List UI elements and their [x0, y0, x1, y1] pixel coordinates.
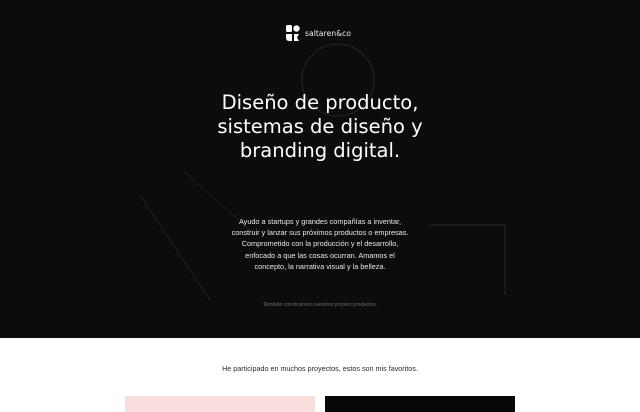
project-card[interactable]	[325, 396, 515, 412]
intro-line: enfocado a que las cosas ocurran. Amamos…	[245, 250, 395, 260]
intro-line: concepto, la narrativa visual y la belle…	[254, 261, 386, 271]
intro-line: Ayudo a startups y grandes compañías a i…	[238, 217, 402, 226]
headline-line: Diseño de producto,	[221, 91, 419, 114]
brand-mark-icon	[286, 25, 300, 41]
hero-section: saltaren&co Diseño de producto, sistemas…	[0, 0, 640, 338]
intro-line: Comprometido con la producción y el desa…	[241, 239, 399, 249]
project-card[interactable]	[125, 396, 315, 412]
deco-diagonal-line	[139, 194, 211, 301]
headline-line: sistemas de diseño y	[217, 115, 423, 138]
deco-square-outline	[430, 224, 506, 295]
hero-footnote: También construimos nuestros propios pro…	[262, 302, 378, 308]
hero-headline: Diseño de producto, sistemas de diseño y…	[0, 91, 640, 163]
intro-line: construir y lanzar sus próximos producto…	[231, 228, 409, 238]
brand-name: saltaren&co	[305, 28, 352, 38]
hero-decoration	[139, 43, 506, 301]
brand-logo[interactable]: saltaren&co	[286, 24, 351, 42]
hero-intro: Ayudo a startups y grandes compañías a i…	[220, 216, 420, 272]
projects-heading: He participado en muchos proyectos, esto…	[222, 364, 418, 373]
headline-line: branding digital.	[239, 139, 401, 162]
